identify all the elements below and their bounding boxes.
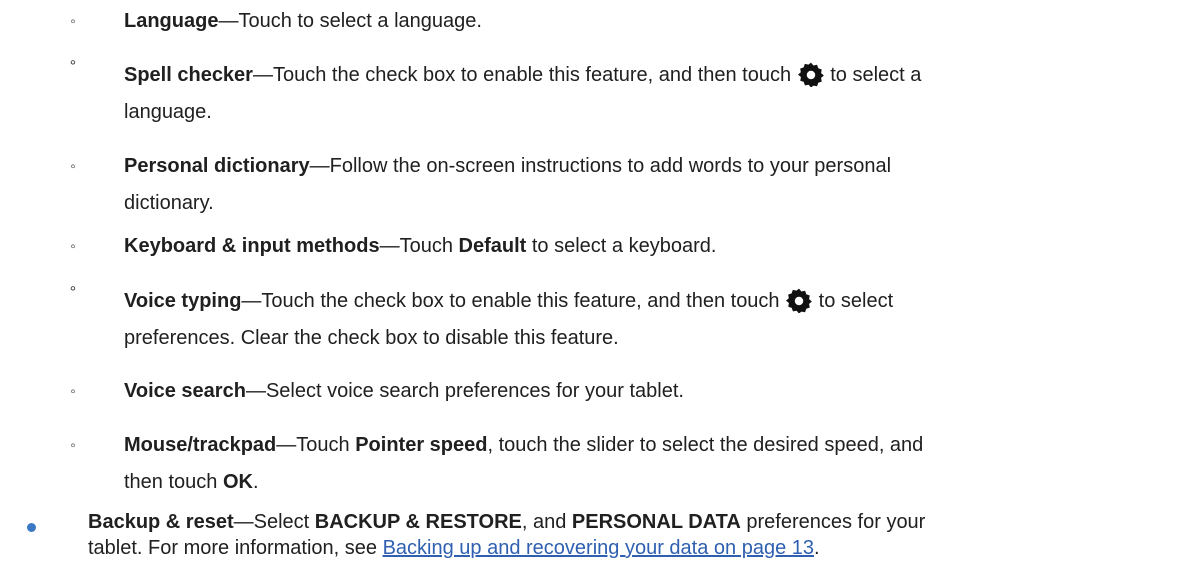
item-bold: Default xyxy=(458,235,527,257)
sub-bullet: ◦ xyxy=(70,383,76,400)
sub-bullet: ° xyxy=(69,58,77,75)
sub-bullet: ◦ xyxy=(70,13,76,30)
item-bold: BACKUP & RESTORE xyxy=(314,511,522,533)
bullet-dot xyxy=(26,522,38,534)
item-text: then touch xyxy=(124,471,223,493)
page-link[interactable]: Backing up and recovering your data on p… xyxy=(383,537,814,559)
item-term: Keyboard & input methods xyxy=(124,235,380,257)
item-bold: Pointer speed xyxy=(355,434,488,456)
item-body: Keyboard & input methods—Touch Default t… xyxy=(124,228,1164,265)
item-text: —Select voice search preferences for you… xyxy=(245,380,684,402)
item-text: tablet. For more information, see xyxy=(88,537,383,559)
item-body: Voice search—Select voice search prefere… xyxy=(124,373,1164,410)
sub-bullet: ◦ xyxy=(70,238,76,255)
item-text: , and xyxy=(521,511,572,533)
item-text: —Touch to select a language. xyxy=(218,10,482,32)
item-term: Backup & reset xyxy=(88,511,234,533)
sub-bullet: ° xyxy=(69,284,77,301)
item-bold: PERSONAL DATA xyxy=(571,511,741,533)
item-text: to select a keyboard. xyxy=(526,235,717,257)
item-term: Voice search xyxy=(124,380,246,402)
item-body: Spell checker—Touch the check box to ena… xyxy=(124,57,1164,131)
item-text: —Touch the check box to enable this feat… xyxy=(241,290,786,312)
item-term: Spell checker xyxy=(124,64,253,86)
item-body: Backup & reset—Select BACKUP & RESTORE, … xyxy=(88,509,1178,561)
item-term: Personal dictionary xyxy=(124,155,310,177)
item-term: Mouse/trackpad xyxy=(124,434,277,456)
item-text: dictionary. xyxy=(124,192,214,214)
item-text: to select xyxy=(813,290,894,312)
item-text: language. xyxy=(124,101,212,123)
gear-icon xyxy=(797,62,824,87)
item-text: . xyxy=(814,537,820,559)
item-body: Mouse/trackpad—Touch Pointer speed, touc… xyxy=(124,427,1164,501)
item-text: , touch the slider to select the desired… xyxy=(487,434,924,456)
item-text: —Follow the on-screen instructions to ad… xyxy=(309,155,892,177)
sub-bullet: ◦ xyxy=(70,437,76,454)
item-text: preferences for your xyxy=(740,511,926,533)
sub-bullet: ◦ xyxy=(70,158,76,175)
item-bold: OK xyxy=(222,471,253,493)
item-body: Personal dictionary—Follow the on-screen… xyxy=(124,148,1164,222)
item-text: —Touch the check box to enable this feat… xyxy=(252,64,797,86)
item-term: Language xyxy=(124,10,219,32)
gear-icon xyxy=(786,288,813,313)
item-body: Language—Touch to select a language. xyxy=(124,3,1164,40)
item-body: Voice typing—Touch the check box to enab… xyxy=(124,283,1164,357)
item-term: Voice typing xyxy=(124,290,242,312)
item-text: preferences. Clear the check box to disa… xyxy=(124,327,619,349)
item-text: to select a xyxy=(824,64,922,86)
page: ◦ Language—Touch to select a language. °… xyxy=(0,0,1193,578)
item-text: . xyxy=(252,471,259,493)
item-text: —Select xyxy=(233,511,315,533)
item-text: —Touch xyxy=(379,235,459,257)
item-text: —Touch xyxy=(276,434,356,456)
